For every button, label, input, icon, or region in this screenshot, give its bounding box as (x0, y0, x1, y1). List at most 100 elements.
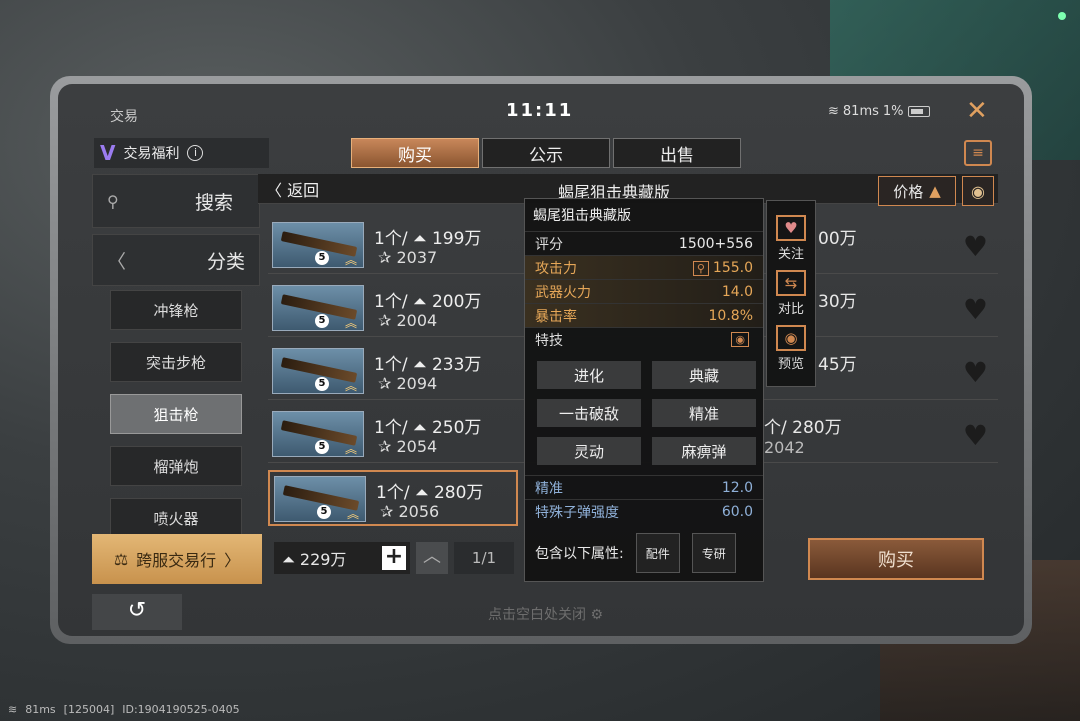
chevron-right-icon: 〉 (224, 551, 241, 570)
level-badge: 5 (315, 440, 329, 454)
category-label: 分类 (206, 250, 245, 273)
screen-title: 交易 (110, 109, 138, 125)
gold-icon: ⏶ (407, 418, 432, 438)
undo-icon: ↺ (127, 598, 147, 623)
eye-icon: ◉ (971, 181, 985, 201)
stat-bullet: 特殊子弹强度 60.0 (525, 499, 763, 523)
listing-score-partial: 2042 (764, 438, 805, 457)
skill-tag[interactable]: 一击破敌 (537, 399, 641, 427)
listing-row-selected[interactable]: 5 ︽ 1个/ ⏶ 280万 ✰ 2056 (268, 470, 518, 526)
popup-side-actions: ♥ 关注 ⇆ 对比 ◉ 预览 (766, 200, 816, 387)
search-icon: ⚲ (107, 191, 119, 211)
weapon-thumbnail: 5 ︽ (272, 348, 364, 394)
search-button[interactable]: ⚲ 搜索 (92, 174, 260, 228)
gear-icon: ⚙ (590, 607, 604, 623)
stat-precision: 精准 12.0 (525, 475, 763, 499)
heart-icon[interactable]: ♥ (963, 293, 988, 326)
skill-tag[interactable]: 典藏 (652, 361, 756, 389)
skill-tag[interactable]: 麻痹弹 (652, 437, 756, 465)
research-button[interactable]: 专研 (691, 533, 736, 573)
add-gold-button[interactable]: + (382, 546, 406, 570)
buy-button[interactable]: 购买 (808, 538, 984, 580)
network-status: ≋ 81ms 1% (828, 104, 930, 119)
compare-icon: ⇆ (776, 270, 806, 296)
eye-icon: ◉ (776, 325, 806, 351)
accessory-button[interactable]: 配件 (635, 533, 680, 573)
close-button[interactable]: ✕ (966, 96, 988, 126)
stat-firepower: 武器火力 14.0 (525, 279, 763, 303)
eye-toggle-button[interactable]: ◉ (962, 176, 994, 206)
score-icon: ✰ (378, 437, 397, 456)
sort-price-button[interactable]: 价格 ▲ (878, 176, 956, 206)
level-badge: 5 (315, 377, 329, 391)
rank-chevron-icon: ︽ (347, 507, 360, 521)
weapon-thumbnail: 5 ︽ (272, 285, 364, 331)
back-button[interactable]: 〈 返回 (258, 177, 319, 201)
category-button[interactable]: 〈 分类 (92, 234, 260, 286)
listing-score: ✰ 2056 (380, 502, 440, 521)
undo-button[interactable]: ↺ (92, 594, 182, 630)
clipboard-icon[interactable]: ≡ (964, 140, 992, 166)
cross-server-label: 跨服交易行 (136, 551, 217, 570)
gold-icon: ⏶ (282, 550, 300, 569)
level-badge: 5 (315, 251, 329, 265)
background-light (1058, 12, 1066, 20)
battery-text: 1% (882, 104, 904, 119)
rank-chevron-icon: ︽ (345, 253, 358, 267)
listing-price-partial: 00万 (818, 229, 857, 249)
bottom-status-bar: ≋ 81ms [125004] ID:1904190525-0405 (8, 703, 240, 716)
tab-announce[interactable]: 公示 (482, 138, 610, 168)
tab-sell[interactable]: 出售 (613, 138, 741, 168)
skill-tag[interactable]: 灵动 (537, 437, 641, 465)
heart-icon[interactable]: ♥ (963, 356, 988, 389)
stat-crit: 暴击率 10.8% (525, 303, 763, 327)
stat-attack: 攻击力 ⚲ 155.0 (525, 255, 763, 279)
score-icon: ✰ (380, 502, 399, 521)
preview-button[interactable]: ◉ 预览 (776, 325, 806, 372)
listing-score: ✰ 2004 (378, 311, 438, 330)
bottom-bar: ⏶ 229万 + ︿ 1/1 (274, 542, 514, 574)
page-up-button[interactable]: ︿ (416, 542, 448, 574)
arrow-up-icon: ▲ (929, 182, 941, 200)
category-sniper[interactable]: 狙击枪 (110, 394, 242, 434)
score-icon: ✰ (378, 311, 397, 330)
listing-price: 1个/ ⏶ 199万 (374, 229, 482, 249)
v-logo-icon: V (100, 141, 116, 165)
bottom-ping: 81ms (25, 703, 56, 716)
category-flamethrower[interactable]: 喷火器 (110, 498, 242, 538)
gold-icon: ⏶ (407, 355, 432, 375)
trade-welfare-button[interactable]: V 交易福利 i (94, 138, 269, 168)
rank-chevron-icon: ︽ (345, 379, 358, 393)
tab-buy[interactable]: 购买 (351, 138, 479, 168)
skill-tag[interactable]: 进化 (537, 361, 641, 389)
weapon-thumbnail: 5 ︽ (272, 222, 364, 268)
heart-icon[interactable]: ♥ (963, 230, 988, 263)
category-assault-rifle[interactable]: 突击步枪 (110, 342, 242, 382)
cross-server-button[interactable]: ⚖ 跨服交易行 〉 (92, 534, 262, 584)
heart-icon[interactable]: ♥ (963, 419, 988, 452)
gold-icon: ⏶ (407, 229, 432, 249)
compare-button[interactable]: ⇆ 对比 (776, 270, 806, 317)
eye-icon[interactable]: ◉ (731, 332, 749, 347)
bottom-server: [125004] (63, 703, 115, 716)
welfare-label: 交易福利 (123, 146, 180, 162)
level-badge: 5 (315, 314, 329, 328)
info-icon[interactable]: i (187, 145, 204, 161)
page-indicator: 1/1 (454, 542, 514, 574)
listing-price: 1个/ ⏶ 200万 (374, 292, 482, 312)
category-grenade-launcher[interactable]: 榴弹炮 (110, 446, 242, 486)
scale-icon: ⚖ (113, 549, 129, 569)
heart-icon: ♥ (776, 215, 806, 241)
trade-screen: 交易 11:11 ≋ 81ms 1% ✕ V 交易福利 i 购买 公示 出售 ≡… (58, 84, 1024, 636)
skill-grid: 进化 典藏 一击破敌 精准 灵动 麻痹弹 (525, 351, 763, 475)
chevron-left-icon: 〈 (107, 250, 127, 273)
magnify-icon[interactable]: ⚲ (692, 260, 709, 276)
main-tabs: 购买 公示 出售 (351, 138, 741, 168)
listing-price: 1个/ ⏶ 233万 (374, 355, 482, 375)
follow-button[interactable]: ♥ 关注 (776, 215, 806, 262)
ping-text: 81ms (842, 104, 879, 119)
wifi-icon: ≋ (828, 104, 839, 119)
skill-tag[interactable]: 精准 (652, 399, 756, 427)
category-smg[interactable]: 冲锋枪 (110, 290, 242, 330)
clock: 11:11 (506, 100, 574, 121)
